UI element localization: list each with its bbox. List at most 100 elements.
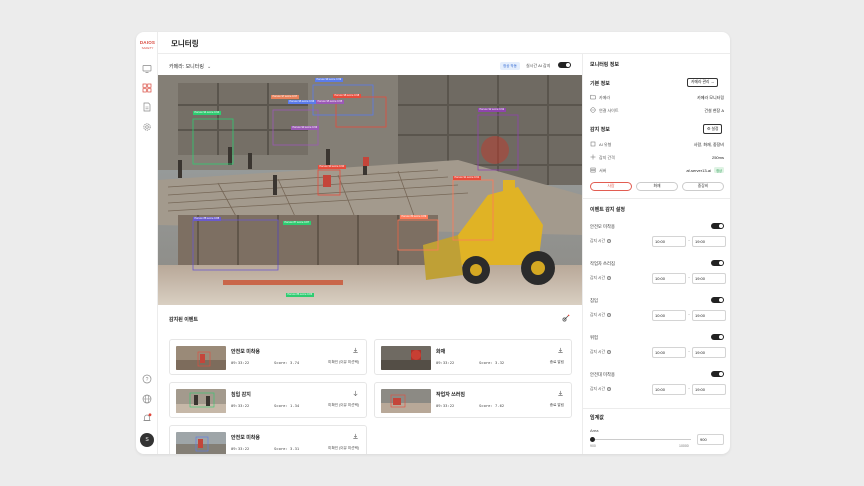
- event-setting-name: 안전모 미착용: [590, 224, 615, 229]
- end-time-input[interactable]: 19:00: [692, 310, 726, 321]
- range-separator: ~: [688, 350, 691, 354]
- camera-select-value: 카메라: 모니터링: [169, 64, 204, 70]
- server-status-badge: 정상: [714, 167, 724, 173]
- svg-text:?: ?: [146, 377, 149, 383]
- event-status: 미확인 (이유 미선택): [328, 403, 359, 407]
- dashboard-grid-icon[interactable]: [142, 83, 152, 93]
- filter-pill[interactable]: 중장비: [682, 182, 724, 191]
- event-title: 안전모 미착용: [231, 349, 260, 355]
- event-toggle[interactable]: [711, 260, 724, 266]
- camera-video-feed[interactable]: Person 99 score 0.99 Person 98 score 0.9…: [158, 75, 582, 305]
- help-icon[interactable]: ?: [607, 350, 612, 354]
- event-toggle[interactable]: [711, 297, 724, 303]
- info-panel: 모니터링 정보 기본 정보 카메라 관리 → 카메라 카메라 모니터링 연결 사이…: [582, 54, 730, 454]
- filter-pill[interactable]: 화재: [636, 182, 678, 191]
- info-value: af-server13-ai: [686, 167, 711, 173]
- info-row: 연결 사이트 건설 현장 A: [590, 106, 724, 116]
- time-label: 감지 시간?: [590, 350, 612, 355]
- detect-settings-button[interactable]: ⚙ 설정: [703, 124, 723, 134]
- end-time-input[interactable]: 19:00: [692, 384, 726, 395]
- detection-label: Person 98 score 0.98: [333, 94, 361, 98]
- detection-label: Person 94 score 0.94: [193, 111, 221, 115]
- folder-icon: [590, 94, 596, 100]
- app-window: DAIOS SAFETY ? S 모니터링 카메라: 모니터링 ⌄ 정상 작동 실…: [136, 32, 730, 454]
- time-label: 감지 시간?: [590, 313, 612, 318]
- monitor-icon[interactable]: [142, 64, 152, 74]
- document-icon[interactable]: [142, 102, 152, 112]
- event-title: 침입 감지: [231, 392, 251, 398]
- filter-pill[interactable]: 사람: [590, 182, 632, 191]
- event-card[interactable]: 침입 감지 09:33:22 Score: 1.34 미확인 (이유 미선택): [169, 382, 367, 418]
- end-time-input[interactable]: 19:00: [692, 236, 726, 247]
- download-icon[interactable]: [557, 347, 564, 354]
- help-icon[interactable]: ?: [607, 387, 612, 391]
- threshold-slider-track[interactable]: [591, 439, 691, 440]
- detect-settings-label: 설정: [711, 127, 719, 131]
- event-card[interactable]: 작업자 쓰러짐 09:33:22 Score: 7.62 종료 알림: [374, 382, 572, 418]
- top-bar: 모니터링: [158, 32, 730, 54]
- event-settings-title: 이벤트 감지 설정: [590, 207, 625, 213]
- detection-label: Person 99 score 0.99: [315, 78, 343, 82]
- camera-select[interactable]: 카메라: 모니터링 ⌄: [169, 63, 211, 70]
- event-status: 미확인 (이유 미선택): [328, 446, 359, 450]
- detect-info-title: 감지 정보: [590, 127, 610, 133]
- main-content: 카메라: 모니터링 ⌄ 정상 작동 실시간 AI 감지 Person 99 sc…: [158, 54, 582, 454]
- start-time-input[interactable]: 10:00: [652, 310, 686, 321]
- event-toggle[interactable]: [711, 371, 724, 377]
- detection-label: Person 86 score 0.86: [286, 293, 314, 297]
- info-row: 카메라 카메라 모니터링: [590, 93, 724, 103]
- event-time: 09:33:22: [231, 403, 250, 408]
- threshold-label: Area: [590, 428, 599, 433]
- event-score: Score: 3.31: [274, 446, 300, 451]
- globe-icon[interactable]: [142, 394, 152, 404]
- live-ai-toggle[interactable]: [558, 62, 571, 68]
- start-time-input[interactable]: 10:00: [652, 384, 686, 395]
- info-key: 감지 간격: [599, 154, 615, 160]
- event-card[interactable]: 안전모 미착용 09:33:22 Score: 3.74 미확인 (이유 미선택…: [169, 339, 367, 375]
- help-icon[interactable]: ?: [607, 313, 612, 317]
- info-value: 카메라 모니터링: [697, 94, 724, 100]
- threshold-max: 10000: [679, 444, 689, 448]
- time-label: 감지 시간?: [590, 387, 612, 392]
- chevron-down-icon: ⌄: [206, 64, 212, 70]
- download-icon[interactable]: [352, 347, 359, 354]
- download-icon[interactable]: [557, 390, 564, 397]
- help-icon[interactable]: ?: [607, 276, 612, 280]
- event-card[interactable]: 화재 09:33:22 Score: 3.32 종료 알림: [374, 339, 572, 375]
- start-time-input[interactable]: 10:00: [652, 347, 686, 358]
- event-thumbnail: [176, 432, 226, 454]
- event-setting-name: 위험: [590, 335, 598, 340]
- event-toggle[interactable]: [711, 334, 724, 340]
- logo-text: DAIOS: [139, 40, 156, 45]
- time-label: 감지 시간?: [590, 276, 612, 281]
- range-separator: ~: [688, 313, 691, 317]
- panel-title: 모니터링 정보: [590, 62, 619, 68]
- help-icon[interactable]: ?: [142, 374, 152, 384]
- info-row: 서버 af-server13-ai 정상: [590, 166, 724, 176]
- info-value: 건설 현장 A: [704, 107, 724, 113]
- arrow-down-icon[interactable]: [352, 390, 359, 397]
- gear-icon[interactable]: [142, 122, 152, 132]
- camera-manage-button[interactable]: 카메라 관리 →: [687, 78, 719, 87]
- info-row: AI 유형 사람, 화재, 중장비: [590, 140, 724, 150]
- event-toggle[interactable]: [711, 223, 724, 229]
- threshold-slider-thumb[interactable]: [590, 437, 595, 442]
- start-time-input[interactable]: 10:00: [652, 236, 686, 247]
- help-icon[interactable]: ?: [607, 239, 612, 243]
- avatar[interactable]: S: [140, 433, 154, 447]
- detection-label: Person 96 score 0.96: [288, 100, 316, 104]
- event-setting-item: 위험 감지 시간? 10:00 ~ 19:00: [590, 334, 726, 368]
- event-card[interactable]: 안전모 미착용 09:33:22 Score: 3.31 미확인 (이유 미선택…: [169, 425, 367, 454]
- gear-icon: ⚙: [707, 127, 711, 131]
- bell-icon[interactable]: [142, 413, 152, 423]
- threshold-value-input[interactable]: 900: [697, 434, 724, 445]
- detection-label: Person 92 score 0.92: [478, 108, 506, 112]
- end-time-input[interactable]: 19:00: [692, 273, 726, 284]
- brand-logo[interactable]: DAIOS SAFETY: [137, 40, 158, 50]
- info-row: 감지 간격 250ms: [590, 153, 724, 163]
- download-icon[interactable]: [352, 433, 359, 440]
- end-time-input[interactable]: 19:00: [692, 347, 726, 358]
- clear-events-icon[interactable]: [562, 314, 570, 322]
- event-score: Score: 7.62: [479, 403, 505, 408]
- start-time-input[interactable]: 10:00: [652, 273, 686, 284]
